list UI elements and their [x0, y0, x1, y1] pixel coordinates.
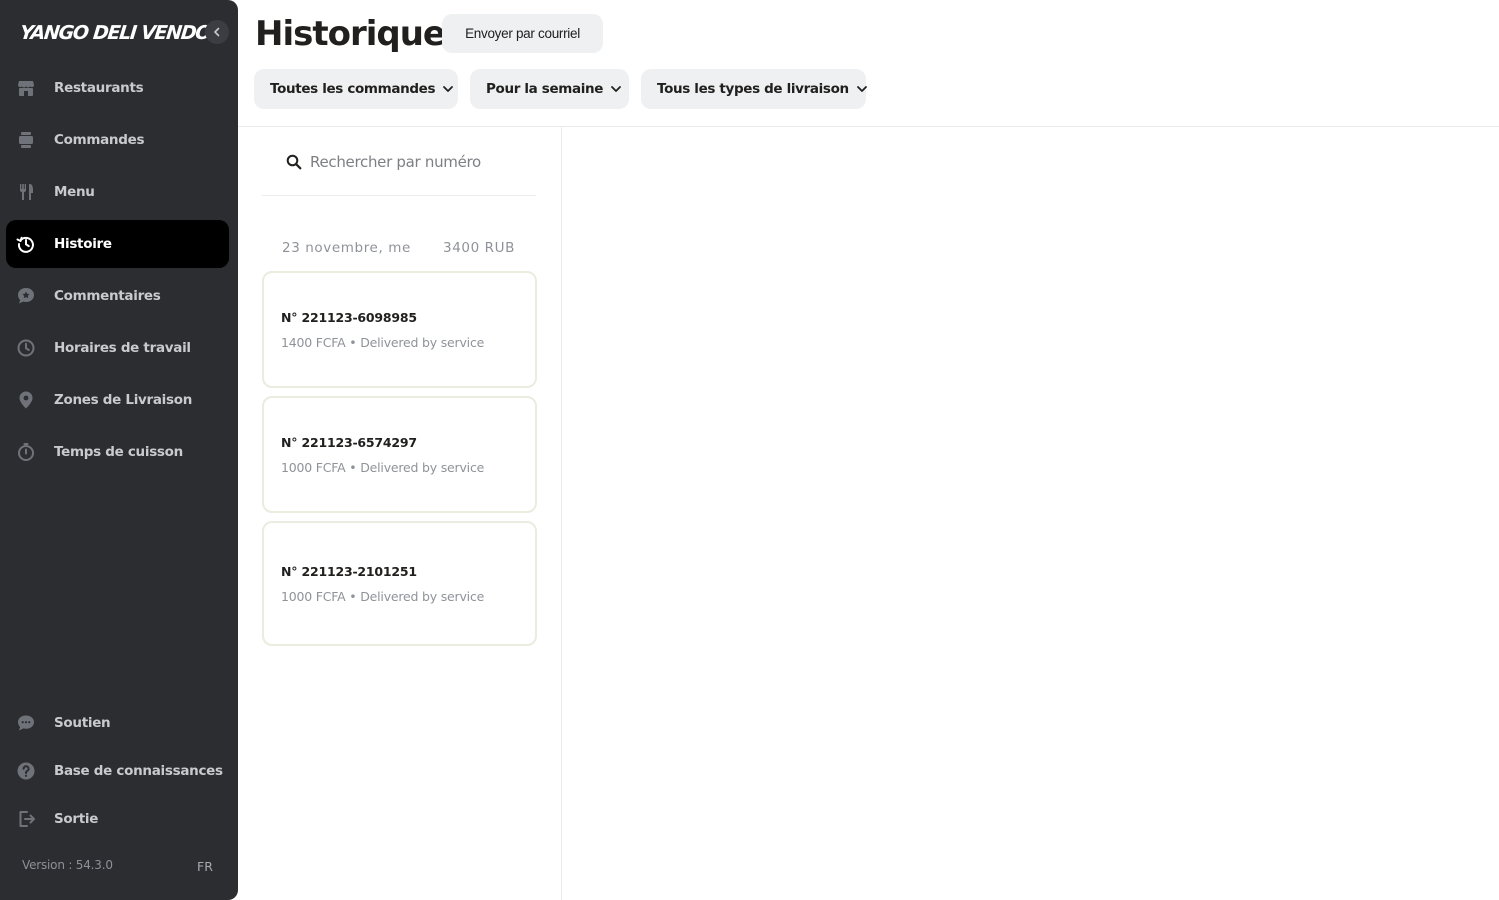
language-switcher[interactable]: FR	[197, 859, 213, 874]
sidebar-item-restaurants[interactable]: Restaurants	[6, 64, 229, 112]
sidebar-item-temps-de-cuisson[interactable]: Temps de cuisson	[6, 428, 229, 476]
chevron-down-icon	[609, 82, 623, 96]
order-card[interactable]: N° 221123-6098985 1400 FCFA • Delivered …	[262, 271, 537, 388]
chevron-left-icon	[214, 27, 220, 37]
order-number: N° 221123-6574297	[281, 435, 417, 450]
order-details: 1400 FCFA • Delivered by service	[281, 335, 484, 350]
sidebar-item-label: Sortie	[54, 811, 99, 827]
sidebar-item-horaires-de-travail[interactable]: Horaires de travail	[6, 324, 229, 372]
clock-icon	[16, 338, 36, 358]
sidebar-item-label: Soutien	[54, 715, 111, 731]
order-delivery-type: • Delivered by service	[349, 589, 485, 604]
sidebar-item-commentaires[interactable]: Commentaires	[6, 272, 229, 320]
search-input[interactable]	[310, 148, 530, 176]
brand-logo[interactable]: YANGO DELI VENDOR	[19, 20, 225, 46]
stopwatch-icon	[16, 442, 36, 462]
sidebar-item-label: Commandes	[54, 132, 145, 148]
sidebar-item-commandes[interactable]: Commandes	[6, 116, 229, 164]
app-version: Version : 54.3.0	[22, 858, 113, 872]
page-title: Historique	[255, 14, 446, 54]
delivery-type-filter-dropdown[interactable]: Tous les types de livraison	[641, 69, 869, 109]
logout-icon	[16, 809, 36, 829]
order-details: 1000 FCFA • Delivered by service	[281, 589, 484, 604]
fork-knife-icon	[16, 182, 36, 202]
sidebar-item-histoire[interactable]: Histoire	[6, 220, 229, 268]
filter-label: Tous les types de livraison	[657, 81, 849, 97]
sidebar-item-label: Histoire	[54, 236, 112, 252]
list-panel-divider	[561, 127, 562, 900]
chevron-down-icon	[855, 82, 869, 96]
sidebar-item-zones-de-livraison[interactable]: Zones de Livraison	[6, 376, 229, 424]
period-filter-dropdown[interactable]: Pour la semaine	[470, 69, 629, 109]
sidebar-item-label: Base de connaissances	[54, 763, 223, 779]
order-amount: 1000 FCFA	[281, 460, 346, 475]
sidebar-item-label: Temps de cuisson	[54, 444, 183, 460]
sidebar-item-label: Horaires de travail	[54, 340, 191, 356]
sidebar-item-label: Zones de Livraison	[54, 392, 193, 408]
comment-star-icon	[16, 286, 36, 306]
sidebar-item-label: Menu	[54, 184, 95, 200]
sidebar-item-menu[interactable]: Menu	[6, 168, 229, 216]
help-circle-icon	[16, 761, 36, 781]
order-delivery-type: • Delivered by service	[349, 335, 485, 350]
filter-label: Toutes les commandes	[270, 81, 436, 97]
order-search	[262, 140, 536, 196]
filter-label: Pour la semaine	[486, 81, 604, 97]
order-card[interactable]: N° 221123-2101251 1000 FCFA • Delivered …	[262, 521, 537, 646]
order-delivery-type: • Delivered by service	[349, 460, 485, 475]
location-pin-icon	[16, 390, 36, 410]
store-icon	[16, 78, 36, 98]
history-icon	[16, 234, 36, 254]
sidebar-item-base-de-connaissances[interactable]: Base de connaissances	[6, 747, 229, 795]
sidebar-item-label: Commentaires	[54, 288, 161, 304]
search-icon	[286, 154, 302, 170]
send-email-button[interactable]: Envoyer par courriel	[442, 14, 603, 53]
sidebar-item-soutien[interactable]: Soutien	[6, 699, 229, 747]
header-divider	[238, 126, 1499, 127]
sidebar: YANGO DELI VENDOR Restaurants Commandes …	[0, 0, 238, 900]
order-card[interactable]: N° 221123-6574297 1000 FCFA • Delivered …	[262, 396, 537, 513]
collapse-sidebar-button[interactable]	[205, 20, 229, 44]
order-amount: 1000 FCFA	[281, 589, 346, 604]
order-group-date: 23 novembre, me	[282, 240, 411, 256]
order-amount: 1400 FCFA	[281, 335, 346, 350]
order-group-total: 3400 RUB	[443, 240, 515, 256]
chevron-down-icon	[441, 82, 455, 96]
orders-stack-icon	[16, 130, 36, 150]
order-number: N° 221123-6098985	[281, 310, 417, 325]
order-number: N° 221123-2101251	[281, 564, 417, 579]
sidebar-item-sortie[interactable]: Sortie	[6, 795, 229, 843]
chat-bubble-icon	[16, 713, 36, 733]
order-details: 1000 FCFA • Delivered by service	[281, 460, 484, 475]
sidebar-item-label: Restaurants	[54, 80, 144, 96]
orders-filter-dropdown[interactable]: Toutes les commandes	[254, 69, 458, 109]
